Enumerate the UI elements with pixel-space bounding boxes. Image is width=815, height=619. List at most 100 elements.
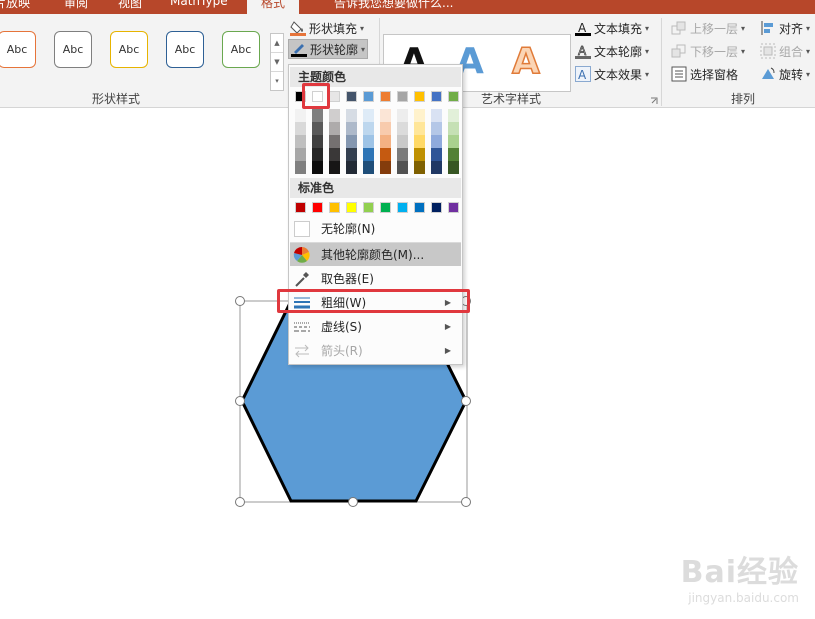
theme-shade-swatch[interactable] xyxy=(448,148,459,161)
resize-handle[interactable] xyxy=(235,296,245,306)
arrows-item[interactable]: 箭头(R) ▶ xyxy=(290,339,461,362)
more-outline-colors-item[interactable]: 其他轮廓颜色(M)... xyxy=(290,243,461,266)
theme-shade-swatch[interactable] xyxy=(431,148,442,161)
resize-handle[interactable] xyxy=(235,497,245,507)
bring-forward-button[interactable]: 上移一层 ▾ xyxy=(671,18,745,38)
wordart-sample[interactable]: A xyxy=(511,40,540,83)
theme-color-swatch[interactable] xyxy=(431,91,442,102)
theme-shade-swatch[interactable] xyxy=(431,122,442,135)
selection-pane-button[interactable]: 选择窗格 xyxy=(671,64,738,84)
tab-review[interactable]: 审阅 xyxy=(64,0,88,11)
standard-color-swatch[interactable] xyxy=(329,202,340,213)
shape-style-preset[interactable]: Abc xyxy=(0,31,36,68)
theme-shade-swatch[interactable] xyxy=(329,109,340,122)
standard-color-swatch[interactable] xyxy=(431,202,442,213)
theme-shade-swatch[interactable] xyxy=(346,122,357,135)
theme-shade-swatch[interactable] xyxy=(414,148,425,161)
theme-shade-swatch[interactable] xyxy=(363,161,374,174)
rotate-button[interactable]: 旋转 ▾ xyxy=(760,64,810,84)
theme-shade-swatch[interactable] xyxy=(346,109,357,122)
theme-shade-swatch[interactable] xyxy=(414,161,425,174)
theme-shade-swatch[interactable] xyxy=(363,109,374,122)
theme-shade-swatch[interactable] xyxy=(312,122,323,135)
theme-shade-swatch[interactable] xyxy=(312,135,323,148)
shape-style-preset[interactable]: Abc xyxy=(54,31,92,68)
theme-shade-swatch[interactable] xyxy=(448,122,459,135)
theme-shade-swatch[interactable] xyxy=(448,109,459,122)
theme-shade-swatch[interactable] xyxy=(363,122,374,135)
theme-shade-swatch[interactable] xyxy=(414,109,425,122)
theme-shade-swatch[interactable] xyxy=(346,148,357,161)
standard-color-swatch[interactable] xyxy=(448,202,459,213)
shape-fill-button[interactable]: 形状填充 ▾ xyxy=(290,18,364,38)
shape-style-preset[interactable]: Abc xyxy=(166,31,204,68)
theme-shade-swatch[interactable] xyxy=(397,109,408,122)
text-effect-button[interactable]: A 文本效果 ▾ xyxy=(575,64,649,84)
standard-color-swatch[interactable] xyxy=(346,202,357,213)
shape-outline-button[interactable]: 形状轮廓 ▾ xyxy=(288,39,369,59)
standard-color-swatch[interactable] xyxy=(363,202,374,213)
tab-view[interactable]: 视图 xyxy=(118,0,142,11)
theme-color-swatch[interactable] xyxy=(346,91,357,102)
resize-handle[interactable] xyxy=(235,396,245,406)
resize-handle[interactable] xyxy=(461,497,471,507)
theme-shade-swatch[interactable] xyxy=(295,161,306,174)
theme-shade-swatch[interactable] xyxy=(346,161,357,174)
text-fill-button[interactable]: A 文本填充 ▾ xyxy=(575,18,649,38)
standard-color-swatch[interactable] xyxy=(380,202,391,213)
theme-color-swatch[interactable] xyxy=(448,91,459,102)
theme-shade-swatch[interactable] xyxy=(414,122,425,135)
theme-shade-swatch[interactable] xyxy=(448,135,459,148)
theme-color-swatch[interactable] xyxy=(397,91,408,102)
theme-shade-swatch[interactable] xyxy=(431,161,442,174)
resize-handle[interactable] xyxy=(461,396,471,406)
theme-color-swatch[interactable] xyxy=(363,91,374,102)
dialog-launcher-icon[interactable] xyxy=(650,94,658,104)
tell-me-search[interactable]: 告诉我您想要做什么... xyxy=(334,0,453,11)
theme-shade-swatch[interactable] xyxy=(380,135,391,148)
theme-color-swatch[interactable] xyxy=(414,91,425,102)
standard-color-swatch[interactable] xyxy=(295,202,306,213)
theme-shade-swatch[interactable] xyxy=(329,148,340,161)
standard-color-swatch[interactable] xyxy=(397,202,408,213)
theme-shade-swatch[interactable] xyxy=(329,161,340,174)
no-outline-item[interactable]: 无轮廓(N) xyxy=(290,217,461,240)
theme-color-swatch[interactable] xyxy=(329,91,340,102)
shape-style-preset[interactable]: Abc xyxy=(110,31,148,68)
group-button[interactable]: 组合 ▾ xyxy=(760,41,810,61)
theme-shade-swatch[interactable] xyxy=(414,135,425,148)
theme-shade-swatch[interactable] xyxy=(363,135,374,148)
standard-color-swatch[interactable] xyxy=(414,202,425,213)
shape-style-preset[interactable]: Abc xyxy=(222,31,260,68)
gallery-scrollbar[interactable]: ▲ ▼ ▾ xyxy=(270,33,284,91)
theme-shade-swatch[interactable] xyxy=(295,135,306,148)
theme-shade-swatch[interactable] xyxy=(397,148,408,161)
theme-shade-swatch[interactable] xyxy=(295,148,306,161)
eyedropper-item[interactable]: 取色器(E) xyxy=(290,267,461,290)
tab-mathtype[interactable]: MathType xyxy=(170,0,228,8)
tab-slideshow[interactable]: 片放映 xyxy=(0,0,30,11)
theme-shade-swatch[interactable] xyxy=(329,135,340,148)
theme-shade-swatch[interactable] xyxy=(380,122,391,135)
theme-shade-swatch[interactable] xyxy=(397,135,408,148)
align-button[interactable]: 对齐 ▾ xyxy=(760,18,810,38)
resize-handle[interactable] xyxy=(348,497,358,507)
theme-shade-swatch[interactable] xyxy=(431,109,442,122)
theme-shade-swatch[interactable] xyxy=(346,135,357,148)
theme-shade-swatch[interactable] xyxy=(380,161,391,174)
dashes-item[interactable]: 虚线(S) ▶ xyxy=(290,315,461,338)
theme-shade-swatch[interactable] xyxy=(397,161,408,174)
theme-shade-swatch[interactable] xyxy=(329,122,340,135)
send-backward-button[interactable]: 下移一层 ▾ xyxy=(671,41,745,61)
theme-shade-swatch[interactable] xyxy=(380,109,391,122)
gallery-more-icon[interactable]: ▾ xyxy=(271,72,283,91)
theme-shade-swatch[interactable] xyxy=(312,109,323,122)
tab-format[interactable]: 格式 xyxy=(247,0,300,14)
text-outline-button[interactable]: A 文本轮廓 ▾ xyxy=(575,41,649,61)
theme-shade-swatch[interactable] xyxy=(363,148,374,161)
theme-shade-swatch[interactable] xyxy=(397,122,408,135)
standard-color-swatch[interactable] xyxy=(312,202,323,213)
theme-shade-swatch[interactable] xyxy=(312,161,323,174)
theme-shade-swatch[interactable] xyxy=(448,161,459,174)
scroll-down-icon[interactable]: ▼ xyxy=(271,53,283,72)
